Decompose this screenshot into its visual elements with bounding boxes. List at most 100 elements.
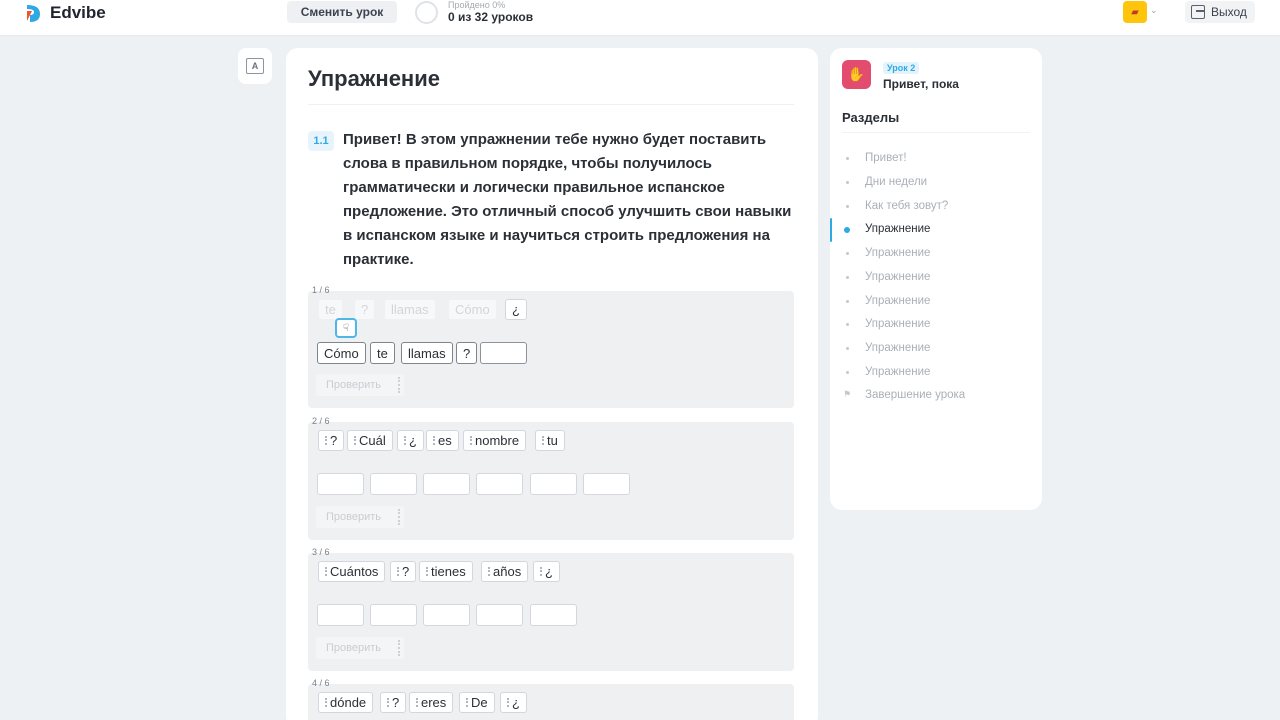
answer-slot[interactable] [476, 604, 523, 626]
brand-name: Edvibe [50, 3, 106, 22]
drag-handle-icon [397, 567, 399, 576]
section-item[interactable]: Привет! [865, 150, 907, 166]
word-token[interactable]: ¿ [533, 561, 560, 582]
check-button[interactable]: Проверить [316, 374, 404, 396]
chevron-down-icon[interactable]: ⌄ [1150, 5, 1158, 16]
exercise-card: 1 / 6 te ? llamas Cómo ¿ ☟ Cómo te llama… [308, 285, 794, 408]
word-token[interactable]: tienes [419, 561, 473, 582]
exit-label: Выход [1211, 5, 1247, 19]
drag-handle-icon [433, 436, 435, 445]
lesson-sidebar: ✋ Урок 2 Привет, пока Разделы Привет! Дн… [830, 48, 1042, 510]
word-token[interactable]: De [459, 692, 495, 713]
word-token[interactable]: ? [380, 692, 407, 713]
drag-handle-icon [325, 567, 327, 576]
word-token[interactable]: ? [354, 299, 376, 320]
answer-slot[interactable] [480, 342, 527, 364]
translate-button[interactable]: A [238, 48, 272, 84]
exercise-counter: 3 / 6 [312, 547, 330, 557]
drag-cursor-icon: ☟ [335, 318, 357, 338]
word-token[interactable]: ¿ [397, 430, 424, 451]
exercise-counter: 2 / 6 [312, 416, 330, 426]
divider [308, 104, 794, 105]
answer-slot[interactable] [370, 473, 417, 495]
section-item[interactable]: Как тебя зовут? [865, 198, 948, 214]
progress-ring-icon [415, 1, 438, 24]
sections-title: Разделы [842, 110, 900, 125]
exit-button[interactable]: Выход [1185, 1, 1255, 23]
answer-slot[interactable] [530, 473, 577, 495]
bullet-icon [846, 323, 849, 326]
change-lesson-button[interactable]: Сменить урок [287, 1, 397, 23]
lesson-name: Привет, пока [883, 77, 959, 91]
drag-handle-icon [404, 436, 406, 445]
answer-slot[interactable] [583, 473, 630, 495]
section-item[interactable]: Упражнение [865, 293, 930, 309]
ticket-icon: ▰ [1131, 6, 1139, 18]
word-token[interactable]: años [481, 561, 529, 582]
bullet-icon [846, 157, 849, 160]
answer-slot[interactable] [423, 604, 470, 626]
answer-slot[interactable] [370, 604, 417, 626]
drag-handle-icon [426, 567, 428, 576]
check-button[interactable]: Проверить [316, 506, 404, 528]
bullet-icon [846, 252, 849, 255]
section-item[interactable]: Дни недели [865, 174, 927, 190]
lesson-content: Упражнение 1.1 Привет! В этом упражнении… [286, 48, 818, 720]
answer-token[interactable]: Cómo [317, 342, 366, 364]
word-token[interactable]: llamas [384, 299, 436, 320]
bullet-icon [846, 205, 849, 208]
bullet-icon [846, 371, 849, 374]
drag-handle-icon [466, 698, 468, 707]
section-item[interactable]: Упражнение [865, 269, 930, 285]
word-token[interactable]: dónde [318, 692, 374, 713]
word-token[interactable]: ? [390, 561, 417, 582]
drag-handle-icon [540, 567, 542, 576]
exercise-counter: 1 / 6 [312, 285, 330, 295]
section-item-finish[interactable]: Завершение урока [865, 387, 965, 403]
ticket-badge-button[interactable]: ▰ [1123, 1, 1147, 23]
word-token[interactable]: tu [535, 430, 565, 451]
word-token[interactable]: ¿ [505, 299, 527, 320]
progress-count: 0 из 32 уроков [448, 10, 534, 24]
answer-slot[interactable] [423, 473, 470, 495]
word-token[interactable]: Cuál [347, 430, 393, 451]
exercise-card: 4 / 6 dónde ? eres De ¿ [308, 678, 794, 720]
word-token[interactable]: Cómo [448, 299, 497, 320]
word-token[interactable]: ? [318, 430, 345, 451]
brand-logo[interactable]: Edvibe [24, 2, 106, 24]
bullet-icon [846, 300, 849, 303]
word-token[interactable]: Cuántos [318, 561, 386, 582]
section-item[interactable]: Упражнение [865, 245, 930, 261]
bullet-icon [846, 347, 849, 350]
answer-slot[interactable] [476, 473, 523, 495]
word-token[interactable]: ¿ [500, 692, 527, 713]
answer-slot[interactable] [530, 604, 577, 626]
word-token[interactable]: es [426, 430, 459, 451]
progress-label: Пройдено 0% [448, 0, 506, 10]
word-token[interactable]: nombre [463, 430, 527, 451]
section-item[interactable]: Упражнение [865, 364, 930, 380]
exercise-counter: 4 / 6 [312, 678, 330, 688]
section-item-current[interactable]: Упражнение [865, 221, 930, 237]
answer-token[interactable]: llamas [401, 342, 453, 364]
drag-handle-icon [507, 698, 509, 707]
divider [842, 132, 1030, 133]
word-token[interactable]: eres [409, 692, 454, 713]
drag-handle-icon [354, 436, 356, 445]
bullet-icon [846, 181, 849, 184]
task-number-badge: 1.1 [308, 131, 334, 151]
lesson-tag: Урок 2 [883, 62, 920, 74]
answer-token[interactable]: te [370, 342, 395, 364]
answer-slot[interactable] [317, 473, 364, 495]
page-title: Упражнение [308, 66, 440, 91]
answer-token[interactable]: ? [456, 342, 478, 364]
word-token[interactable]: te [318, 299, 343, 320]
drag-handle-icon [542, 436, 544, 445]
current-bullet-icon [844, 227, 850, 233]
section-item[interactable]: Упражнение [865, 316, 930, 332]
answer-slot[interactable] [317, 604, 364, 626]
drag-handle-icon [470, 436, 472, 445]
edvibe-logo-icon [27, 5, 40, 22]
section-item[interactable]: Упражнение [865, 340, 930, 356]
check-button[interactable]: Проверить [316, 637, 404, 659]
